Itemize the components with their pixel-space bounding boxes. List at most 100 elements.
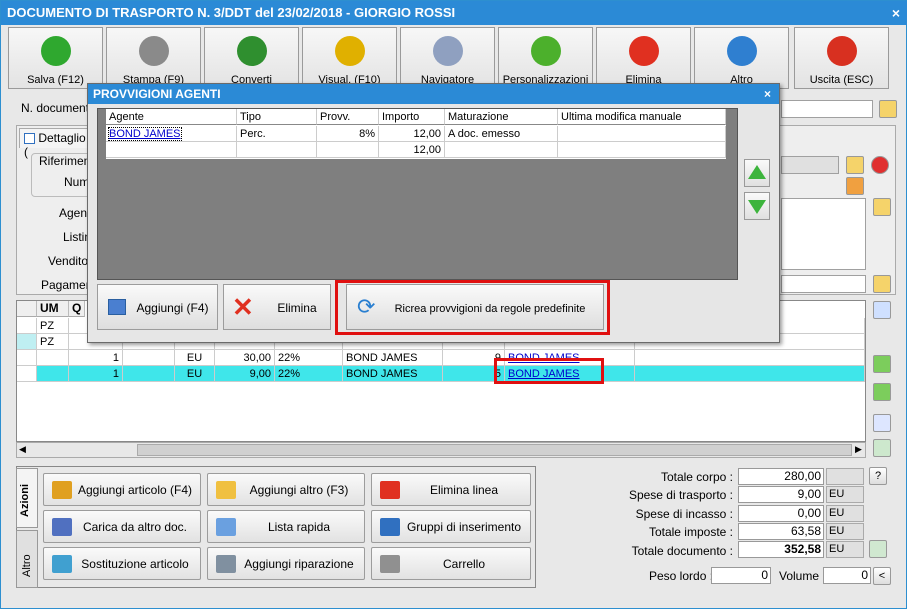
action-label: Carica da altro doc. xyxy=(82,520,188,534)
scroll-left-icon[interactable]: ◀ xyxy=(19,444,31,456)
totale-corpo-unit xyxy=(826,468,864,485)
row-selector[interactable] xyxy=(17,334,37,350)
close-icon[interactable]: × xyxy=(892,1,900,25)
toolbar-button-delete-x[interactable]: Elimina xyxy=(596,27,691,89)
action-box-add-button[interactable]: Aggiungi articolo (F4) xyxy=(43,473,201,506)
peso-lordo-value[interactable]: 0 xyxy=(711,567,771,584)
close-icon[interactable]: × xyxy=(764,84,771,104)
action-doc-load-button[interactable]: Carica da altro doc. xyxy=(43,510,201,543)
delete-provvigione-button[interactable]: ✕ Elimina xyxy=(223,284,331,330)
ref-field[interactable] xyxy=(781,156,839,174)
table-cell xyxy=(558,142,726,158)
folder-icon[interactable] xyxy=(879,100,897,118)
spese-trasporto-value[interactable]: 9,00 xyxy=(738,486,824,503)
volume-calc-button[interactable]: < xyxy=(873,567,891,585)
tab-azioni[interactable]: Azioni xyxy=(16,468,38,528)
table-cell: 22% xyxy=(275,350,343,366)
move-icon[interactable] xyxy=(873,301,891,319)
table-cell: 9,00 xyxy=(215,366,275,382)
scroll-right-icon[interactable]: ▶ xyxy=(855,444,867,456)
table-cell xyxy=(106,142,237,158)
tab-altro[interactable]: Altro xyxy=(16,530,38,588)
action-delete-x-button[interactable]: Elimina linea xyxy=(371,473,531,506)
table-cell xyxy=(123,366,175,382)
copy-icon[interactable] xyxy=(873,414,891,432)
move-up-button[interactable] xyxy=(744,159,770,187)
toolbar-label: Uscita (ESC) xyxy=(809,74,874,86)
printer-icon xyxy=(138,36,169,66)
horizontal-scrollbar[interactable]: ◀ ▶ xyxy=(16,442,866,458)
down-arrow-icon[interactable] xyxy=(873,383,891,401)
folder-icon[interactable] xyxy=(846,156,864,174)
doc-number-field[interactable] xyxy=(781,100,873,118)
action-label: Gruppi di inserimento xyxy=(406,520,522,534)
column-header[interactable]: Maturazione xyxy=(445,109,558,125)
toolbar-button-puzzle[interactable]: Personalizzazioni xyxy=(498,27,593,89)
table-cell: BOND JAMES xyxy=(343,366,443,382)
row-selector[interactable] xyxy=(17,318,37,334)
grid-header-um: UM xyxy=(37,301,69,317)
down-arrow-icon xyxy=(748,200,766,214)
grid-add-icon xyxy=(216,481,236,499)
action-label: Elimina linea xyxy=(429,483,499,497)
action-group-add-button[interactable]: Gruppi di inserimento xyxy=(371,510,531,543)
riferimenti-label: Riferiment xyxy=(39,154,94,168)
pagamento-field[interactable] xyxy=(781,275,866,293)
toolbar-button-magnifier[interactable]: Altro xyxy=(694,27,789,89)
row-selector[interactable] xyxy=(17,350,37,366)
column-header[interactable]: Agente xyxy=(106,109,237,125)
action-grid-add-button[interactable]: Aggiungi altro (F3) xyxy=(207,473,365,506)
doc-load-icon xyxy=(52,518,72,536)
toolbar-button-convert[interactable]: Converti xyxy=(204,27,299,89)
action-list-button[interactable]: Lista rapida xyxy=(207,510,365,543)
spese-trasporto-unit: EU xyxy=(826,486,864,503)
search-person-icon[interactable] xyxy=(846,177,864,195)
spese-incasso-label: Spese di incasso : xyxy=(635,507,733,521)
spese-incasso-value[interactable]: 0,00 xyxy=(738,505,824,522)
tab-altro-label: Altro xyxy=(21,554,33,577)
column-header[interactable]: Provv. xyxy=(317,109,379,125)
row-selector[interactable] xyxy=(17,366,37,382)
move-down-button[interactable] xyxy=(744,192,770,220)
toolbar-button-printer[interactable]: Stampa (F9) xyxy=(106,27,201,89)
refresh-icon[interactable] xyxy=(873,439,891,457)
add-icon xyxy=(108,299,126,315)
help-button[interactable]: ? xyxy=(869,467,887,485)
venditore-label: Venditor xyxy=(48,254,93,268)
notes-field[interactable] xyxy=(781,198,866,270)
toolbar-button-exit[interactable]: Uscita (ESC) xyxy=(794,27,889,89)
wrench-icon xyxy=(216,555,236,573)
remove-icon[interactable] xyxy=(871,156,889,174)
action-wrench-button[interactable]: Aggiungi riparazione xyxy=(207,547,365,580)
folder-icon[interactable] xyxy=(873,275,891,293)
check-icon xyxy=(40,36,71,66)
toolbar-button-magic-wand[interactable]: Visual. (F10) xyxy=(302,27,397,89)
toolbar-button-compass[interactable]: Navigatore xyxy=(400,27,495,89)
tab-detail[interactable]: Dettaglio ( xyxy=(19,128,97,159)
totale-imposte-label: Totale imposte : xyxy=(648,525,733,539)
action-label: Aggiungi altro (F3) xyxy=(249,483,349,497)
table-cell xyxy=(635,366,865,382)
delete-x-icon: ✕ xyxy=(232,292,254,322)
volume-value[interactable]: 0 xyxy=(823,567,871,584)
table-cell: 1 xyxy=(69,366,123,382)
totale-documento-value: 352,58 xyxy=(738,541,824,558)
action-swap-button[interactable]: Sostituzione articolo xyxy=(43,547,201,580)
folder-icon[interactable] xyxy=(873,198,891,216)
column-header[interactable]: Importo xyxy=(379,109,445,125)
swap-icon xyxy=(52,555,72,573)
column-header[interactable]: Tipo xyxy=(237,109,317,125)
up-arrow-icon[interactable] xyxy=(873,355,891,373)
add-provvigione-button[interactable]: Aggiungi (F4) xyxy=(97,284,218,330)
action-cart-button[interactable]: Carrello xyxy=(371,547,531,580)
table-cell: A doc. emesso xyxy=(445,126,558,142)
table-cell xyxy=(317,142,379,158)
column-header[interactable]: Ultima modifica manuale xyxy=(558,109,726,125)
scroll-thumb[interactable] xyxy=(137,444,852,456)
delete-x-icon xyxy=(628,36,659,66)
totale-imposte-unit: EU xyxy=(826,523,864,540)
toolbar-button-check[interactable]: Salva (F12) xyxy=(8,27,103,89)
zoom-icon[interactable] xyxy=(869,540,887,558)
agent-link[interactable]: BOND JAMES xyxy=(108,127,182,141)
table-cell: Perc. xyxy=(237,126,317,142)
